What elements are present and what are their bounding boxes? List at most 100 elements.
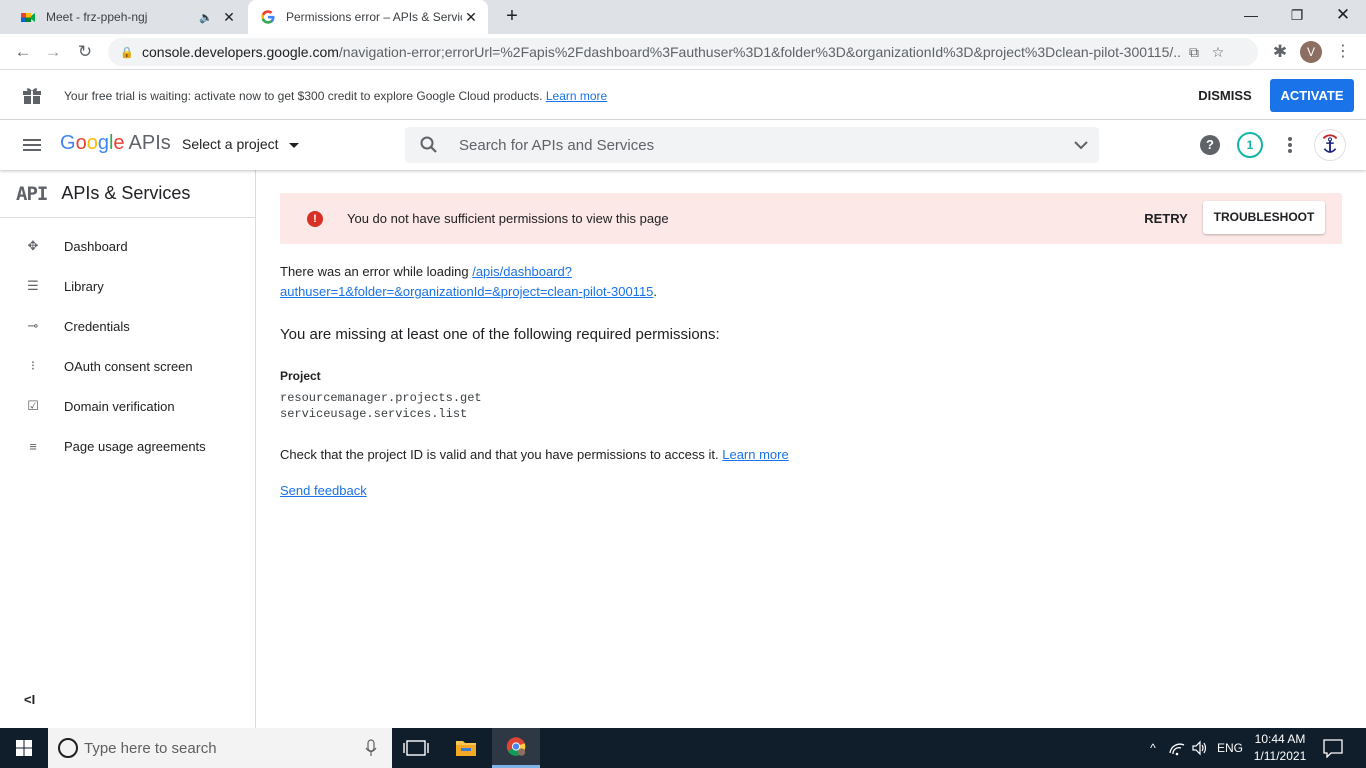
taskbar-search-placeholder: Type here to search — [84, 739, 217, 757]
url-path: /navigation-error;errorUrl=%2Fapis%2Fdas… — [338, 44, 1182, 60]
checkbox-icon: ☑ — [27, 398, 39, 413]
network-icon[interactable] — [1168, 739, 1186, 757]
dashboard-icon: ✥ — [27, 238, 39, 253]
restore-icon[interactable]: ❐ — [1274, 0, 1320, 32]
sidebar-item-dashboard[interactable]: ✥ Dashboard — [0, 226, 255, 266]
translate-icon[interactable]: ⧉ — [1182, 44, 1206, 61]
error-detail-prefix: There was an error while loading — [280, 264, 473, 279]
key-icon: ⊸ — [27, 318, 39, 333]
app-header: GoogleAPIs Select a project ? 1 — [0, 120, 1366, 170]
action-center-icon[interactable] — [1322, 738, 1344, 758]
sidebar: API APIs & Services ✥ Dashboard ☰ Librar… — [0, 170, 256, 728]
send-feedback-link[interactable]: Send feedback — [280, 483, 367, 498]
sidebar-item-page-usage[interactable]: ≡ Page usage agreements — [0, 426, 255, 466]
search-icon — [420, 136, 437, 153]
permission-item: resourcemanager.projects.get — [280, 391, 482, 405]
language-indicator[interactable]: ENG — [1214, 728, 1246, 768]
close-tab-icon[interactable]: ✕ — [220, 9, 238, 26]
trial-learn-more-link[interactable]: Learn more — [546, 89, 607, 103]
error-detail-suffix: . — [653, 284, 658, 299]
back-icon[interactable]: ← — [10, 39, 36, 65]
logo-letter: e — [113, 132, 125, 154]
sidebar-item-label: OAuth consent screen — [64, 358, 193, 374]
troubleshoot-button[interactable]: TROUBLESHOOT — [1203, 201, 1325, 234]
search-input[interactable] — [459, 136, 1049, 154]
sidebar-item-label: Library — [64, 278, 104, 294]
logo-letter: G — [60, 132, 76, 154]
cortana-icon — [58, 738, 78, 758]
speaker-icon[interactable]: 🔈 — [198, 11, 214, 24]
hamburger-menu-icon[interactable] — [20, 133, 44, 157]
google-apis-logo[interactable]: Google APIs — [60, 132, 171, 155]
show-hidden-icons[interactable]: ^ — [1142, 728, 1164, 768]
address-bar[interactable]: 🔒 console.developers.google.com/navigati… — [108, 38, 1258, 66]
browser-tab-strip: Meet - frz-ppeh-ngj 🔈 ✕ Permissions erro… — [0, 0, 1366, 34]
tab-title: Meet - frz-ppeh-ngj — [46, 10, 148, 24]
sidebar-item-library[interactable]: ☰ Library — [0, 266, 255, 306]
search-bar[interactable] — [405, 127, 1099, 163]
lock-icon[interactable]: 🔒 — [120, 46, 134, 59]
reload-icon[interactable]: ↻ — [72, 39, 98, 65]
dismiss-button[interactable]: DISMISS — [1190, 82, 1260, 110]
activate-button[interactable]: ACTIVATE — [1270, 79, 1354, 112]
project-label: Project — [280, 369, 321, 383]
error-detail: There was an error while loading /apis/d… — [280, 262, 980, 302]
taskbar-search[interactable]: Type here to search — [48, 728, 392, 768]
main-content: ! You do not have sufficient permissions… — [280, 170, 1342, 728]
trial-message: Your free trial is waiting: activate now… — [64, 89, 607, 103]
sidebar-item-oauth-consent[interactable]: ⁝ OAuth consent screen — [0, 346, 255, 386]
sidebar-item-domain-verification[interactable]: ☑ Domain verification — [0, 386, 255, 426]
more-options-icon[interactable] — [1282, 133, 1298, 157]
close-window-icon[interactable]: ✕ — [1320, 0, 1366, 32]
close-tab-icon[interactable]: ✕ — [462, 9, 480, 26]
browser-menu-icon[interactable]: ⋮ — [1330, 39, 1356, 65]
volume-icon[interactable] — [1191, 739, 1209, 757]
settings-list-icon: ≡ — [29, 438, 37, 454]
collapse-sidebar-icon[interactable]: <I — [24, 692, 42, 712]
error-icon: ! — [307, 211, 323, 227]
account-avatar[interactable] — [1314, 129, 1346, 161]
check-text: Check that the project ID is valid and t… — [280, 447, 719, 462]
chrome-taskbar-icon[interactable] — [492, 728, 540, 768]
tab-meet[interactable]: Meet - frz-ppeh-ngj 🔈 ✕ — [8, 0, 246, 34]
file-explorer-icon[interactable] — [442, 728, 490, 768]
url-text[interactable]: console.developers.google.com/navigation… — [142, 44, 1182, 60]
project-selector-label: Select a project — [182, 136, 279, 152]
notifications-badge[interactable]: 1 — [1237, 132, 1263, 158]
tab-title: Permissions error – APIs & Servic — [286, 10, 462, 24]
library-icon: ☰ — [27, 278, 39, 293]
retry-button[interactable]: RETRY — [1136, 205, 1196, 233]
clock-date: 1/11/2021 — [1253, 749, 1307, 763]
error-url-link[interactable]: /apis/dashboard? — [472, 264, 572, 279]
sidebar-item-credentials[interactable]: ⊸ Credentials — [0, 306, 255, 346]
sidebar-item-label: Domain verification — [64, 398, 175, 414]
caret-down-icon — [288, 142, 299, 148]
api-logo-icon: API — [16, 182, 48, 205]
permissions-list: resourcemanager.projects.get serviceusag… — [280, 390, 482, 422]
extensions-icon[interactable]: ✱ — [1267, 39, 1293, 65]
new-tab-button[interactable]: + — [500, 5, 524, 29]
logo-letter: g — [97, 132, 109, 154]
chevron-down-icon[interactable] — [1069, 133, 1093, 157]
bookmark-star-icon[interactable]: ☆ — [1206, 44, 1230, 61]
clock[interactable]: 10:44 AM 1/11/2021 — [1246, 731, 1314, 765]
help-icon[interactable]: ? — [1200, 135, 1220, 155]
sidebar-item-label: Dashboard — [64, 238, 128, 254]
profile-avatar[interactable]: V — [1300, 41, 1322, 63]
windows-start-icon[interactable] — [0, 728, 48, 768]
learn-more-link[interactable]: Learn more — [722, 447, 788, 462]
url-host: console.developers.google.com — [142, 44, 339, 60]
project-selector[interactable]: Select a project — [182, 136, 299, 152]
microphone-icon[interactable] — [364, 738, 378, 758]
error-url-link-cont[interactable]: authuser=1&folder=&organizationId=&proje… — [280, 284, 653, 299]
minimize-icon[interactable]: — — [1228, 0, 1274, 32]
sidebar-header: API APIs & Services — [0, 170, 255, 218]
sidebar-item-label: Credentials — [64, 318, 130, 334]
tab-permissions-error[interactable]: Permissions error – APIs & Servic ✕ — [248, 0, 488, 34]
permission-item: serviceusage.services.list — [280, 407, 468, 421]
oauth-icon: ⁝ — [30, 358, 36, 373]
task-view-icon[interactable] — [392, 728, 440, 768]
forward-icon[interactable]: → — [40, 39, 66, 65]
gift-icon — [23, 88, 41, 104]
logo-apis: APIs — [128, 132, 171, 154]
